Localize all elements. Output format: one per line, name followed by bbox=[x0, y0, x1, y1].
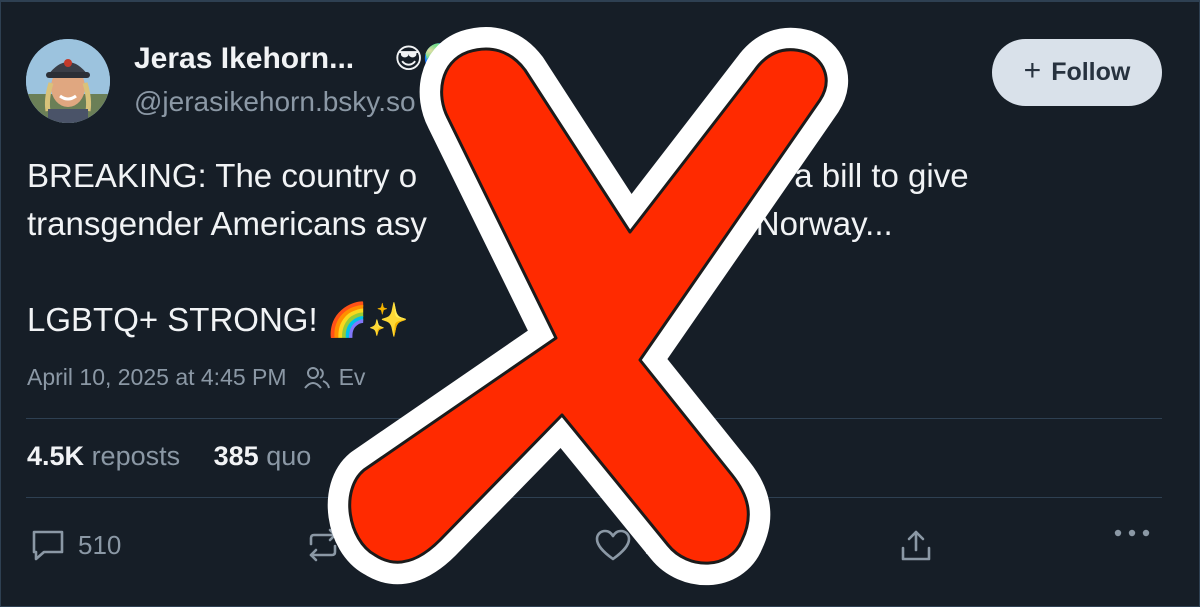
post-line-1-end: ered a bill to give bbox=[719, 157, 969, 194]
repost-count: 4 bbox=[353, 529, 368, 560]
reposts-stat[interactable]: 4.5K reposts bbox=[27, 441, 180, 472]
reply-icon bbox=[32, 530, 64, 561]
post-line-1: BREAKING: The country o ered a bill to gi… bbox=[27, 152, 1167, 200]
share-button[interactable] bbox=[898, 528, 934, 564]
reposts-stat-label: reposts bbox=[91, 441, 181, 471]
more-options-button[interactable] bbox=[1113, 528, 1151, 538]
quotes-stat-label: quo bbox=[266, 441, 312, 471]
author-display-name[interactable]: Jeras Ikehorn... bbox=[134, 42, 354, 76]
quotes-stat[interactable]: 385 quo bbox=[214, 441, 312, 472]
divider bbox=[26, 418, 1162, 419]
post-text: BREAKING: The country o ered a bill to gi… bbox=[27, 152, 1167, 344]
quotes-stat-count: 385 bbox=[213, 441, 259, 471]
divider bbox=[26, 497, 1162, 498]
post-meta: April 10, 2025 at 4:45 PM Ev bbox=[27, 364, 365, 391]
like-button[interactable]: 1 bbox=[594, 528, 658, 562]
post-line-3: LGBTQ+ STRONG! 🌈✨ bbox=[27, 301, 409, 338]
avatar[interactable] bbox=[26, 39, 110, 123]
follow-button-label: Follow bbox=[1051, 58, 1131, 86]
author-name-emojis: 😎🌏 ✨ bbox=[394, 43, 501, 74]
audience-indicator: Ev bbox=[303, 364, 366, 391]
post-stats: 4.5K reposts 385 quo bbox=[27, 441, 337, 472]
repost-button[interactable]: 4 bbox=[305, 528, 367, 562]
reply-count: 510 bbox=[78, 529, 122, 560]
follow-button[interactable]: + Follow bbox=[992, 39, 1162, 106]
ellipsis-icon bbox=[1114, 529, 1150, 537]
reply-button[interactable]: 510 bbox=[30, 528, 121, 562]
repost-icon bbox=[309, 528, 337, 562]
post-line-2-start: transgender Americans asy bbox=[27, 205, 427, 242]
post-line-2: transgender Americans asy ntry of Norway.… bbox=[27, 200, 1167, 248]
plus-icon: + bbox=[1023, 54, 1042, 87]
post-line-2-end: ntry of Norway... bbox=[654, 205, 893, 242]
audience-label: Ev bbox=[338, 364, 366, 390]
author-handle[interactable]: @jerasikehorn.bsky.so bbox=[134, 86, 416, 118]
reposts-stat-count: 4.5K bbox=[27, 441, 85, 471]
share-icon bbox=[901, 530, 931, 561]
heart-icon bbox=[595, 529, 631, 561]
post-line-1-start: BREAKING: The country o bbox=[27, 157, 418, 194]
post-timestamp[interactable]: April 10, 2025 at 4:45 PM bbox=[27, 364, 287, 391]
people-icon bbox=[303, 366, 330, 389]
like-count: 1 bbox=[644, 529, 659, 560]
